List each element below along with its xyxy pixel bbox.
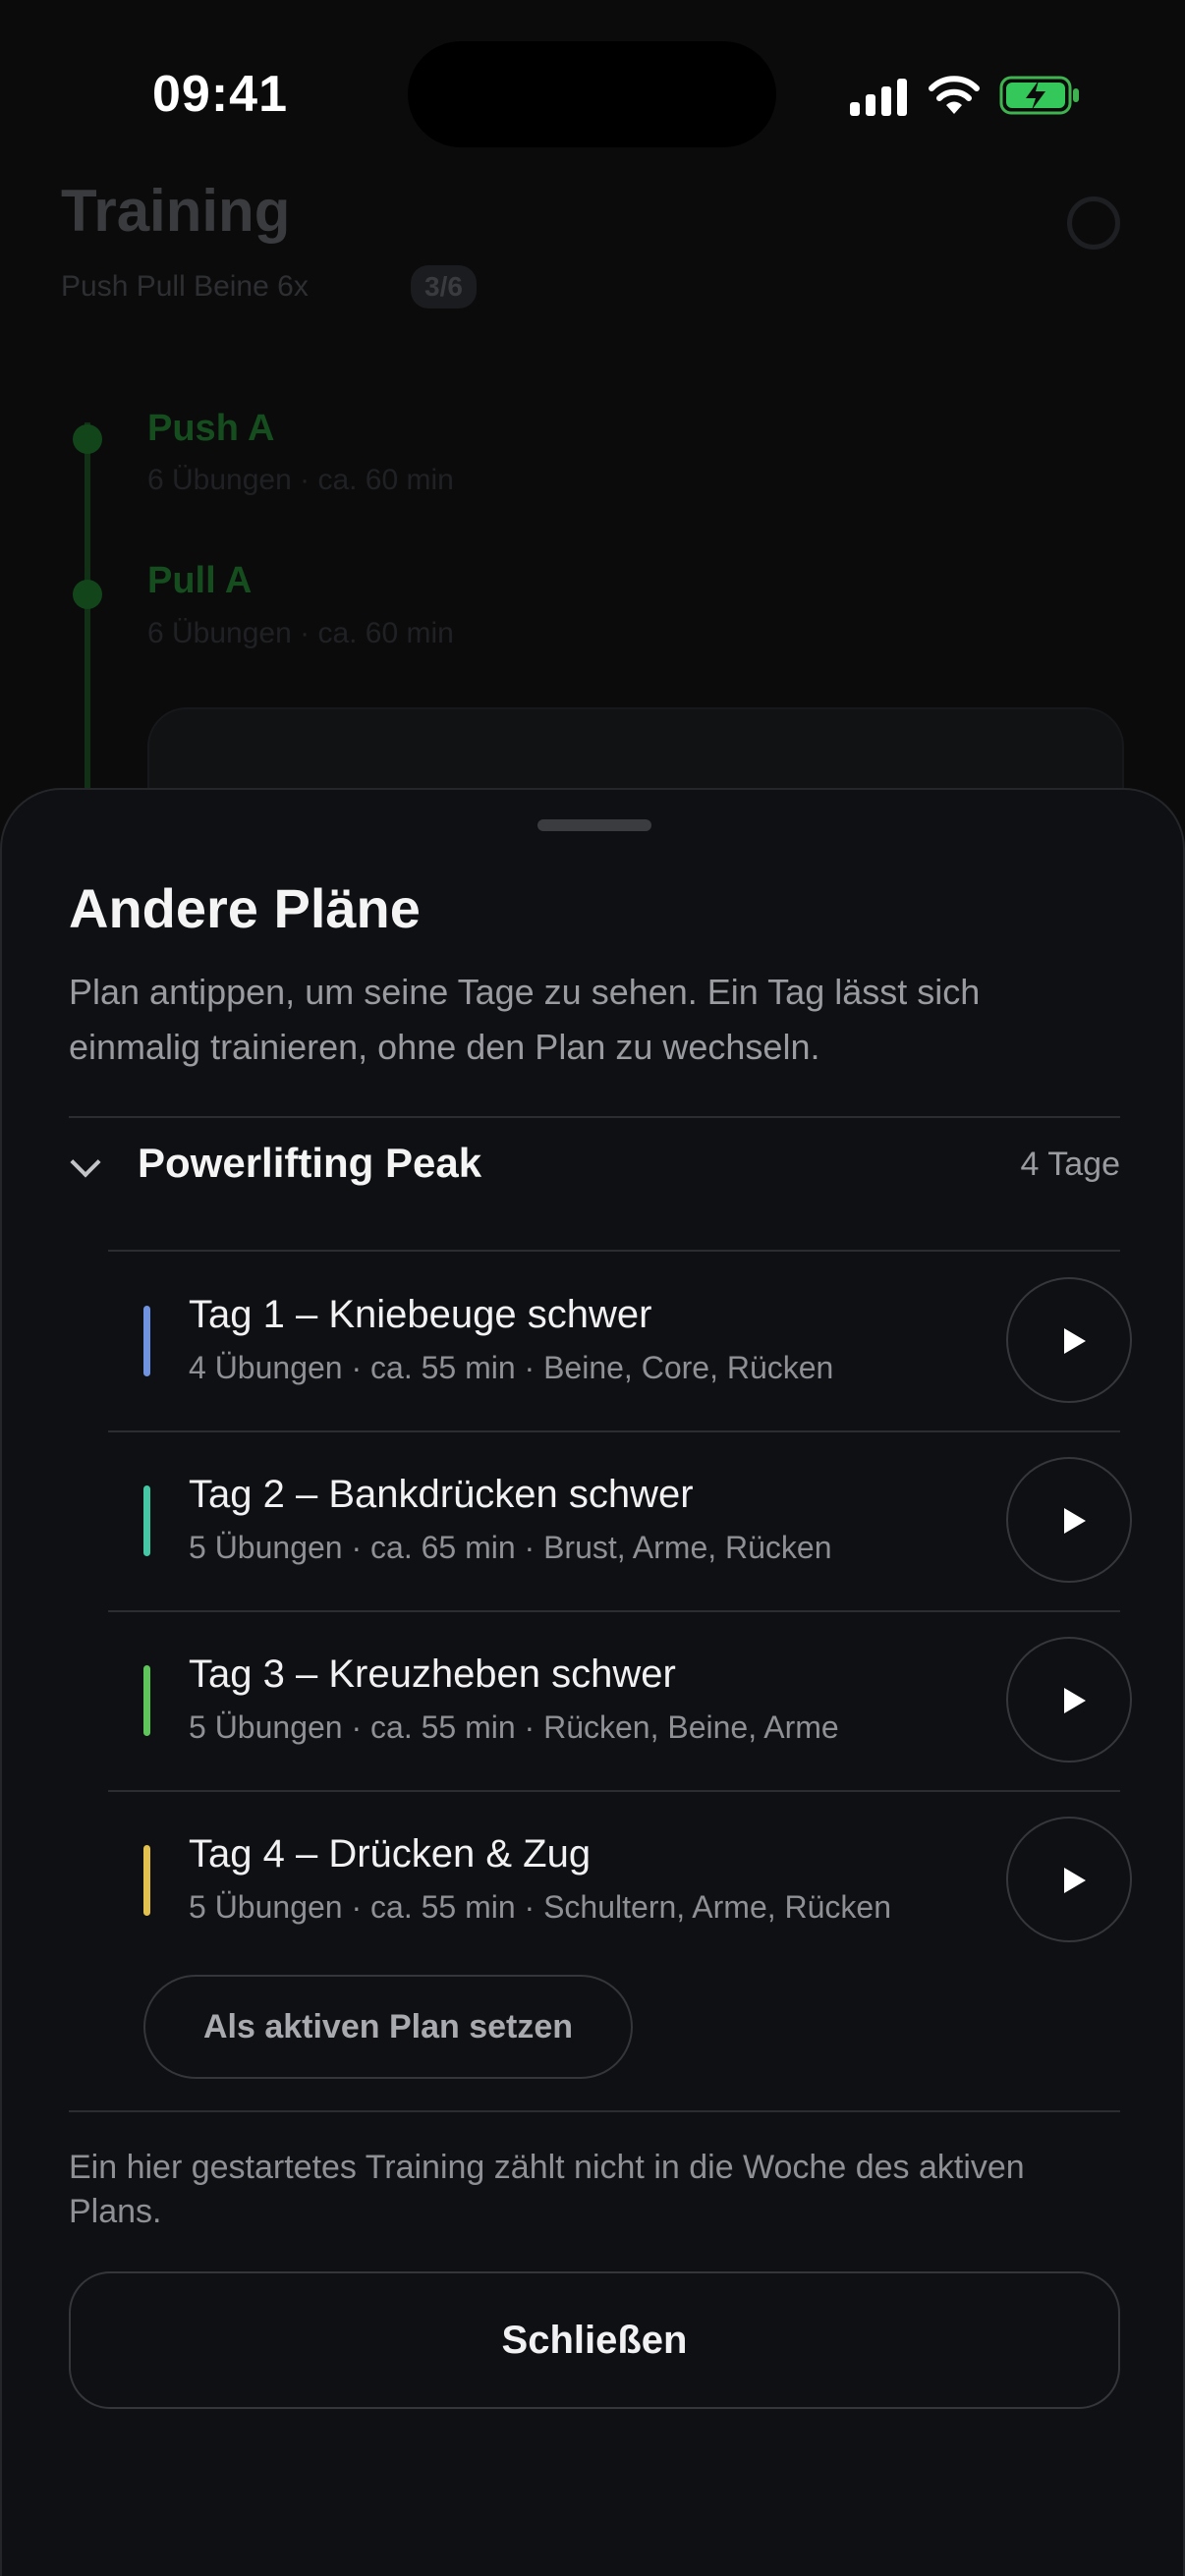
plan-name: Powerlifting Peak [138, 1140, 482, 1186]
day-title: Tag 1 – Kniebeuge schwer [189, 1293, 652, 1336]
day-subtitle: 4 Übungen · ca. 55 min · Beine, Core, Rü… [189, 1350, 834, 1385]
day-color-bar [143, 1306, 150, 1376]
background-subtitle: Push Pull Beine 6x [61, 270, 309, 303]
info-note: Ein hier gestartetes Training zählt nich… [69, 2149, 1025, 2230]
other-plans-sheet: Andere Pläne Plan antippen, um seine Tag… [0, 788, 1185, 2576]
start-day-button[interactable] [1006, 1817, 1132, 1942]
play-icon [1064, 1688, 1086, 1713]
cellular-signal-icon [850, 79, 907, 116]
dynamic-island [408, 41, 776, 147]
timeline-dot [73, 580, 102, 609]
day-subtitle: 5 Übungen · ca. 55 min · Schultern, Arme… [189, 1889, 892, 1925]
close-button[interactable]: Schließen [69, 2271, 1120, 2409]
set-active-plan-button[interactable]: Als aktiven Plan setzen [143, 1975, 633, 2079]
plan-days-count: 4 Tage [1020, 1146, 1120, 1183]
play-icon [1064, 1328, 1086, 1354]
play-icon [1064, 1508, 1086, 1534]
sheet-title: Andere Pläne [69, 877, 421, 939]
chevron-down-icon [70, 1147, 101, 1178]
plan-day-row[interactable]: Tag 1 – Kniebeuge schwer 4 Übungen · ca.… [108, 1252, 1132, 1428]
plan-header-powerlifting-peak[interactable]: Powerlifting Peak 4 Tage [69, 1116, 1120, 1224]
timeline-line [85, 422, 90, 796]
day-subtitle: 5 Übungen · ca. 65 min · Brust, Arme, Rü… [189, 1530, 832, 1565]
start-day-button[interactable] [1006, 1637, 1132, 1763]
plan-day-row[interactable]: Tag 3 – Kreuzheben schwer 5 Übungen · ca… [108, 1611, 1132, 1788]
background-item-sub: 6 Übungen · ca. 60 min [147, 464, 454, 496]
day-title: Tag 2 – Bankdrücken schwer [189, 1473, 694, 1516]
play-icon [1064, 1868, 1086, 1893]
gear-icon [1067, 196, 1120, 250]
timeline-dot [73, 424, 102, 454]
background-badge: 3/6 [411, 265, 477, 308]
divider [69, 2110, 1120, 2112]
plan-day-row[interactable]: Tag 4 – Drücken & Zug 5 Übungen · ca. 55… [108, 1791, 1132, 1968]
background-item-title: Pull A [147, 560, 253, 601]
start-day-button[interactable] [1006, 1277, 1132, 1403]
day-title: Tag 3 – Kreuzheben schwer [189, 1652, 676, 1696]
day-color-bar [143, 1665, 150, 1736]
day-color-bar [143, 1845, 150, 1916]
status-time: 09:41 [152, 66, 288, 123]
wifi-icon [929, 76, 980, 114]
background-item-sub: 6 Übungen · ca. 60 min [147, 617, 454, 649]
day-title: Tag 4 – Drücken & Zug [189, 1832, 592, 1876]
day-color-bar [143, 1485, 150, 1556]
status-bar: 09:41 [0, 0, 1185, 187]
day-subtitle: 5 Übungen · ca. 55 min · Rücken, Beine, … [189, 1709, 839, 1745]
background-title: Training [61, 178, 291, 244]
sheet-grabber[interactable] [537, 819, 651, 831]
start-day-button[interactable] [1006, 1457, 1132, 1583]
battery-charging-icon [999, 76, 1079, 115]
sheet-description: Plan antippen, um seine Tage zu sehen. E… [69, 972, 981, 1067]
plan-day-row[interactable]: Tag 2 – Bankdrücken schwer 5 Übungen · c… [108, 1431, 1132, 1608]
background-item-title: Push A [147, 408, 275, 449]
